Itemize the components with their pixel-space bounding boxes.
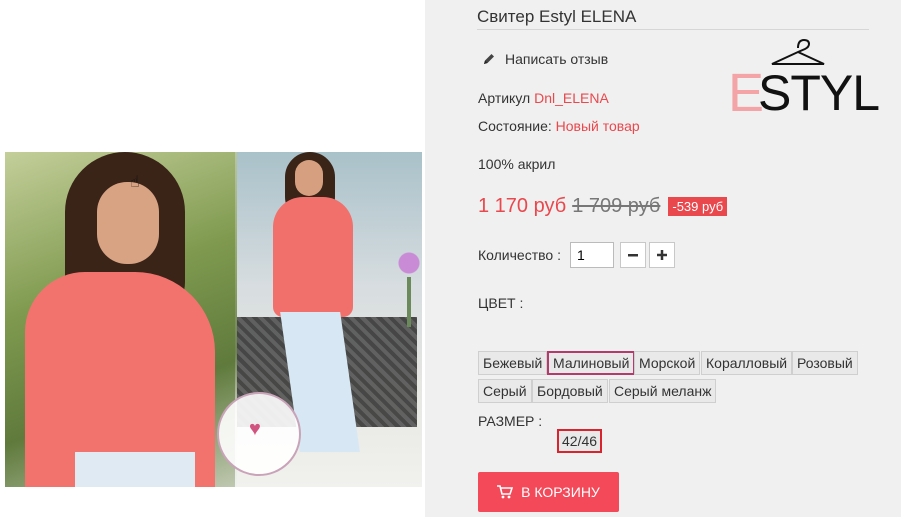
color-option[interactable]: Бордовый — [532, 379, 608, 403]
discount-badge: -539 руб — [668, 197, 728, 216]
color-option[interactable]: Коралловый — [701, 351, 793, 375]
condition-value: Новый товар — [555, 118, 640, 134]
color-option[interactable]: Серый меланж — [609, 379, 717, 403]
cart-icon — [497, 485, 514, 499]
color-option[interactable]: Серый — [478, 379, 532, 403]
sku-value: Dnl_ELENA — [534, 90, 609, 106]
hanger-icon — [771, 38, 825, 65]
size-label: РАЗМЕР : — [478, 413, 543, 429]
sku-label: Артикул — [478, 90, 531, 106]
add-to-cart-label: В КОРЗИНУ — [521, 484, 600, 500]
current-price: 1 170 руб — [478, 195, 567, 217]
title-divider — [477, 29, 869, 30]
size-option-selected[interactable]: 42/46 — [557, 429, 603, 453]
material-text: 100% акрил — [478, 156, 556, 172]
color-option[interactable]: Бежевый — [478, 351, 548, 375]
photo-jeans — [75, 452, 195, 487]
watermark-logo — [217, 392, 301, 476]
minus-icon — [628, 254, 638, 257]
photo-model-face — [97, 182, 159, 264]
color-option[interactable]: Морской — [634, 351, 701, 375]
add-to-cart-button[interactable]: В КОРЗИНУ — [478, 472, 619, 512]
condition-line: Состояние: Новый товар — [478, 118, 640, 134]
write-review-link[interactable]: Написать отзыв — [482, 51, 608, 67]
price-block: 1 170 руб 1 709 руб -539 руб — [478, 195, 728, 218]
product-title: Свитер Estyl ELENA — [477, 7, 637, 26]
write-review-label: Написать отзыв — [505, 51, 609, 67]
quantity-decrease-button[interactable] — [620, 242, 646, 268]
hand-cursor-icon: ☝ — [130, 174, 140, 191]
product-image-column: ☝ — [0, 0, 425, 517]
color-option-selected[interactable]: Малиновый — [547, 351, 636, 375]
pencil-icon — [484, 54, 494, 64]
sku-line: Артикул Dnl_ELENA — [478, 90, 609, 106]
condition-label: Состояние: — [478, 118, 552, 134]
quantity-increase-button[interactable] — [649, 242, 675, 268]
photo-sweater-side — [273, 197, 353, 317]
brand-logo-styl: STYL — [758, 65, 880, 121]
photo-model2-face — [295, 160, 323, 196]
brand-logo: E STYL — [728, 38, 880, 120]
color-label: ЦВЕТ : — [478, 295, 524, 311]
old-price: 1 709 руб — [572, 195, 661, 217]
product-info-panel: Свитер Estyl ELENA Написать отзыв E STYL… — [425, 0, 901, 517]
plus-icon — [657, 250, 667, 260]
quantity-label: Количество : — [478, 247, 561, 263]
quantity-input[interactable] — [570, 242, 614, 268]
product-photo[interactable] — [5, 152, 422, 487]
color-option[interactable]: Розовый — [792, 351, 858, 375]
photo-flowers — [397, 247, 421, 327]
